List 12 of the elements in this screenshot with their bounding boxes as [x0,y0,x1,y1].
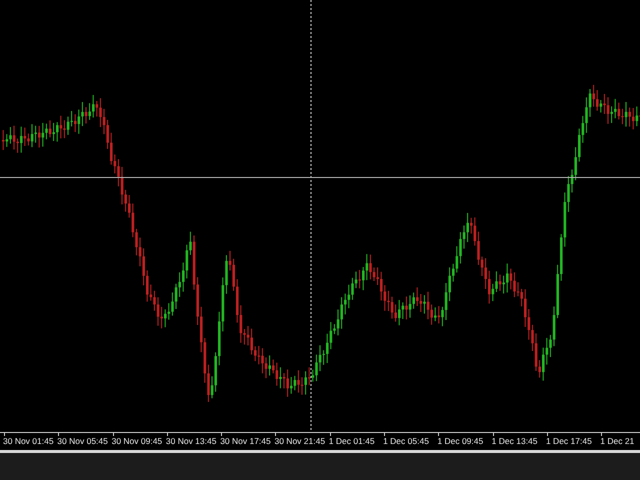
time-axis-label: 1 Dec 21 [600,436,634,446]
time-axis-label: 30 Nov 17:45 [220,436,271,446]
time-axis-label: 30 Nov 13:45 [166,436,216,446]
time-axis-label: 1 Dec 13:45 [492,436,538,446]
time-axis-label: 30 Nov 21:45 [274,436,326,446]
time-axis-label: 30 Nov 09:45 [112,436,162,446]
time-axis-label: 30 Nov 05:45 [57,436,108,446]
time-axis-label: 1 Dec 17:45 [546,436,592,446]
time-axis-label: 1 Dec 01:45 [328,436,375,446]
time-axis-label: 30 Nov 01:45 [3,436,54,446]
time-axis-label: 1 Dec 09:45 [437,436,484,446]
time-axis-label: 1 Dec 05:45 [383,436,429,446]
